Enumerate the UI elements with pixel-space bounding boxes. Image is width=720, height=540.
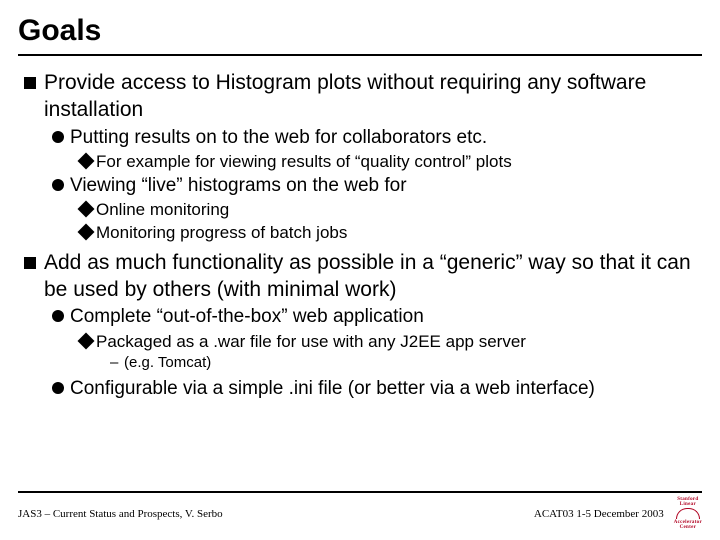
footer-right: ACAT03 1-5 December 2003 Stanford Linear… [534, 497, 702, 530]
bullet-text: Putting results on to the web for collab… [70, 126, 487, 150]
dash-bullet-icon: – [110, 353, 120, 373]
bullet-level3: Monitoring progress of batch jobs [80, 222, 702, 244]
bullet-level1: Provide access to Histogram plots withou… [24, 70, 702, 124]
diamond-bullet-icon [78, 201, 95, 218]
page-title: Goals [18, 14, 702, 48]
bullet-level3: Online monitoring [80, 199, 702, 221]
bullet-level2: Viewing “live” histograms on the web for [52, 174, 702, 198]
slac-logo: Stanford Linear Accelerator Center [674, 497, 702, 530]
bullet-text: Provide access to Histogram plots withou… [44, 70, 702, 124]
bullet-level3: For example for viewing results of “qual… [80, 151, 702, 173]
square-bullet-icon [24, 257, 36, 269]
footer: JAS3 – Current Status and Prospects, V. … [18, 491, 702, 530]
bullet-level4: – (e.g. Tomcat) [110, 353, 702, 373]
bullet-text: (e.g. Tomcat) [124, 353, 211, 373]
footer-row: JAS3 – Current Status and Prospects, V. … [18, 497, 702, 530]
bullet-text: Complete “out-of-the-box” web applicatio… [70, 305, 424, 329]
footer-right-text: ACAT03 1-5 December 2003 [534, 508, 664, 520]
slide: Goals Provide access to Histogram plots … [0, 0, 720, 540]
circle-bullet-icon [52, 310, 64, 322]
bullet-level2: Complete “out-of-the-box” web applicatio… [52, 305, 702, 329]
bullet-text: Online monitoring [96, 199, 229, 221]
bullet-text: Add as much functionality as possible in… [44, 250, 702, 304]
logo-line: Center [680, 525, 697, 530]
bullet-text: For example for viewing results of “qual… [96, 151, 512, 173]
footer-divider [18, 491, 702, 493]
diamond-bullet-icon [78, 153, 95, 170]
content-body: Provide access to Histogram plots withou… [18, 70, 702, 401]
bullet-level2: Putting results on to the web for collab… [52, 126, 702, 150]
circle-bullet-icon [52, 179, 64, 191]
bullet-text: Configurable via a simple .ini file (or … [70, 377, 595, 401]
circle-bullet-icon [52, 382, 64, 394]
bullet-level3: Packaged as a .war file for use with any… [80, 331, 702, 353]
bullet-text: Monitoring progress of batch jobs [96, 222, 347, 244]
title-divider [18, 54, 702, 56]
circle-bullet-icon [52, 131, 64, 143]
bullet-level2: Configurable via a simple .ini file (or … [52, 377, 702, 401]
diamond-bullet-icon [78, 332, 95, 349]
footer-left-text: JAS3 – Current Status and Prospects, V. … [18, 508, 223, 520]
bullet-text: Viewing “live” histograms on the web for [70, 174, 407, 198]
square-bullet-icon [24, 77, 36, 89]
bullet-text: Packaged as a .war file for use with any… [96, 331, 526, 353]
bullet-level1: Add as much functionality as possible in… [24, 250, 702, 304]
logo-arch-icon [676, 508, 700, 519]
logo-line: Linear [680, 502, 696, 507]
diamond-bullet-icon [78, 223, 95, 240]
